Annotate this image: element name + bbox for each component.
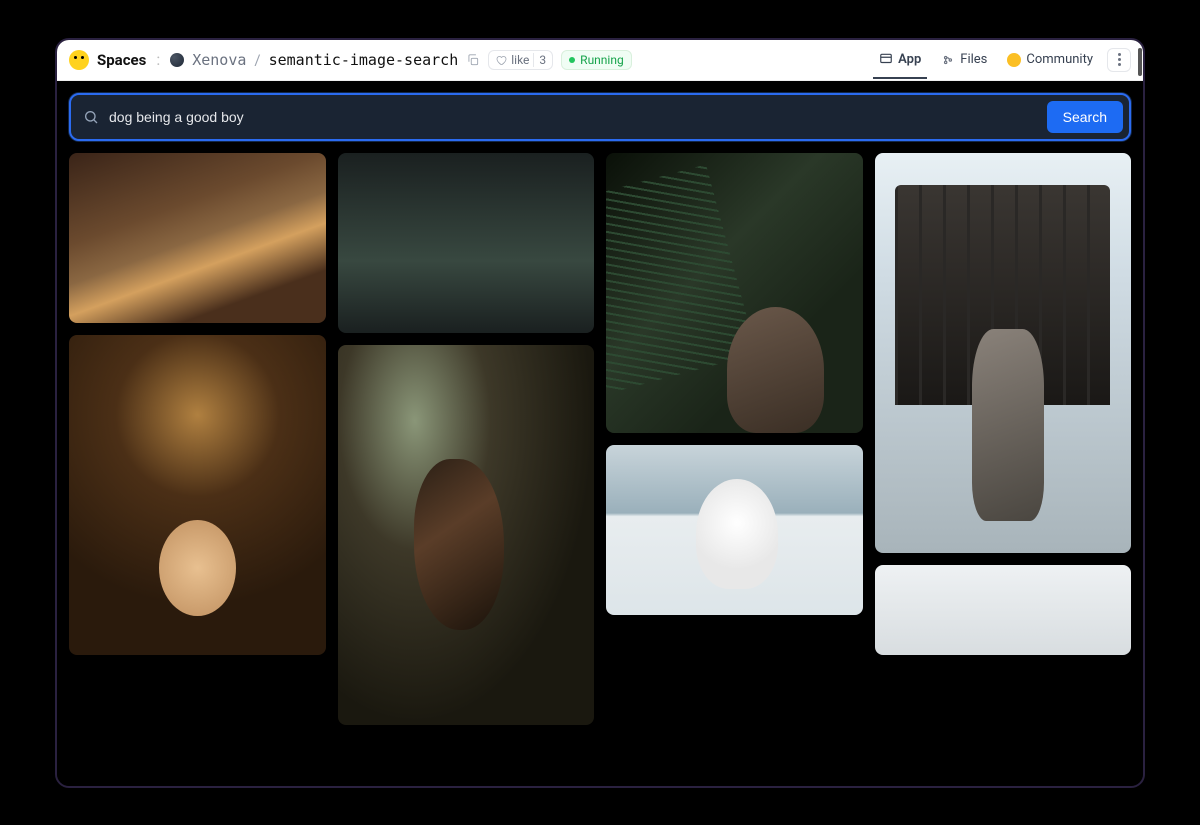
- search-button[interactable]: Search: [1047, 101, 1123, 133]
- tab-files[interactable]: Files: [935, 42, 993, 77]
- tab-files-label: Files: [960, 52, 987, 67]
- files-icon: [941, 53, 955, 67]
- huggingface-logo-icon[interactable]: [69, 50, 89, 70]
- like-button[interactable]: like 3: [488, 50, 553, 70]
- community-icon: [1007, 53, 1021, 67]
- path-slash: /: [254, 51, 260, 69]
- tab-community-label: Community: [1026, 52, 1093, 67]
- divider: :: [156, 50, 160, 69]
- tab-app[interactable]: App: [873, 42, 927, 79]
- search-input[interactable]: [109, 109, 1037, 125]
- like-label: like: [511, 53, 529, 67]
- result-image[interactable]: [606, 153, 863, 433]
- status-dot-icon: [569, 57, 575, 63]
- window-scroll-handle[interactable]: [1138, 48, 1142, 76]
- result-image[interactable]: [875, 565, 1132, 655]
- status-label: Running: [580, 53, 624, 67]
- app-body: Search: [57, 81, 1143, 786]
- owner-link[interactable]: Xenova: [192, 51, 246, 69]
- result-image[interactable]: [338, 345, 595, 725]
- copy-icon[interactable]: [466, 53, 480, 67]
- result-image[interactable]: [338, 153, 595, 333]
- repo-link[interactable]: semantic-image-search: [269, 51, 459, 69]
- spaces-label[interactable]: Spaces: [97, 51, 146, 69]
- like-count: 3: [533, 53, 546, 67]
- result-image[interactable]: [69, 335, 326, 655]
- heart-icon: [495, 54, 507, 66]
- result-image[interactable]: [875, 153, 1132, 553]
- status-pill[interactable]: Running: [561, 50, 632, 70]
- owner-avatar[interactable]: [170, 53, 184, 67]
- app-window: Spaces : Xenova / semantic-image-search …: [55, 38, 1145, 788]
- search-bar: Search: [69, 93, 1131, 141]
- tab-app-label: App: [898, 52, 921, 67]
- result-image[interactable]: [606, 445, 863, 615]
- search-icon: [83, 109, 99, 125]
- app-icon: [879, 52, 893, 66]
- results-grid: [69, 153, 1131, 779]
- more-menu-button[interactable]: [1107, 48, 1131, 72]
- result-image[interactable]: [69, 153, 326, 323]
- topbar: Spaces : Xenova / semantic-image-search …: [57, 40, 1143, 81]
- tab-community[interactable]: Community: [1001, 42, 1099, 77]
